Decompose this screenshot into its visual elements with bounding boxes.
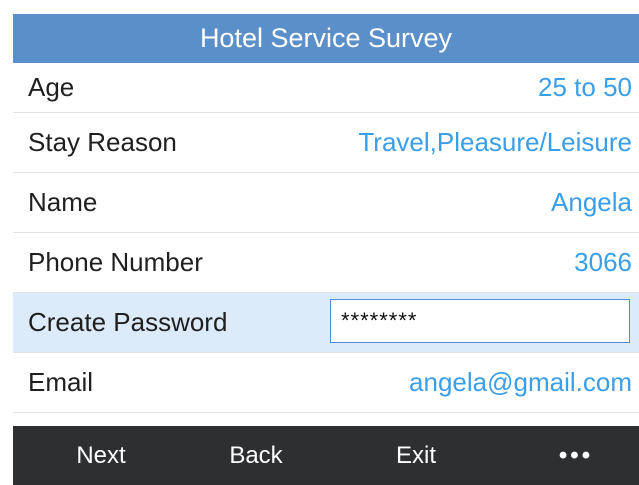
field-label-create-password: Create Password [28, 307, 228, 337]
field-row-email[interactable]: Email angela@gmail.com [13, 353, 639, 413]
field-row-name[interactable]: Name Angela [13, 173, 639, 233]
page-title: Hotel Service Survey [13, 14, 639, 63]
field-label-phone-number: Phone Number [28, 247, 203, 277]
field-value-age[interactable]: 25 to 50 [538, 63, 632, 112]
field-label-email: Email [28, 367, 94, 397]
softkey-bar: Next Back Exit ••• [13, 426, 639, 485]
exit-button[interactable]: Exit [356, 426, 476, 485]
password-input[interactable]: ******** [330, 299, 630, 343]
next-button[interactable]: Next [41, 426, 161, 485]
field-row-stay-reason[interactable]: Stay Reason Travel,Pleasure/Leisure [13, 113, 639, 173]
field-label-age: Age [28, 72, 75, 102]
field-label-name: Name [28, 187, 98, 217]
field-row-create-password[interactable]: Create Password ******** [13, 293, 639, 353]
field-value-stay-reason[interactable]: Travel,Pleasure/Leisure [358, 113, 632, 172]
field-value-name[interactable]: Angela [551, 173, 632, 232]
field-label-stay-reason: Stay Reason [28, 127, 177, 157]
field-value-phone-number[interactable]: 3066 [574, 233, 632, 292]
field-row-age[interactable]: Age 25 to 50 [13, 63, 639, 113]
survey-form: Age 25 to 50 Stay Reason Travel,Pleasure… [13, 63, 639, 413]
field-row-phone-number[interactable]: Phone Number 3066 [13, 233, 639, 293]
field-value-email[interactable]: angela@gmail.com [409, 353, 632, 412]
back-button[interactable]: Back [196, 426, 316, 485]
survey-screen: Hotel Service Survey Age 25 to 50 Stay R… [0, 0, 639, 485]
more-options-button[interactable]: ••• [516, 426, 636, 485]
